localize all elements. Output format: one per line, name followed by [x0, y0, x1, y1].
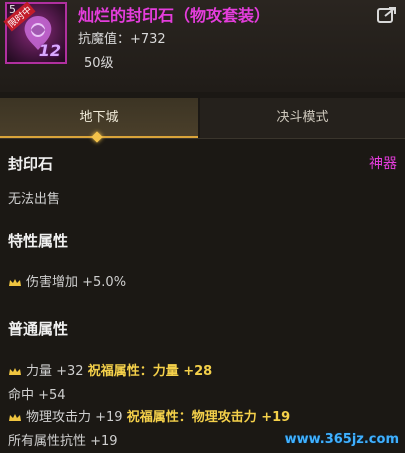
attr-1-base: 力量 +32: [26, 364, 84, 379]
share-icon[interactable]: [377, 6, 397, 24]
attr-row-1: 力量 +32 祝福属性：力量 +28: [8, 360, 212, 379]
watermark: www.365jz.com: [284, 432, 399, 447]
tab-dungeon[interactable]: 地下城: [0, 98, 198, 138]
crown-icon: [9, 414, 21, 421]
tab-pvp[interactable]: 决斗模式: [200, 98, 405, 138]
normal-section-title: 普通属性: [8, 320, 69, 338]
attr-row-3: 物理攻击力 +19 祝福属性：物理攻击力 +19: [8, 406, 290, 425]
trade-note: 无法出售: [8, 192, 61, 207]
mode-tabs: 地下城 决斗模式: [0, 98, 405, 139]
attr-3-blessing: 祝福属性：物理攻击力 +19: [126, 410, 291, 425]
item-header: 5 限时中 12 灿烂的封印石（物攻套装） 抗魔值：+732 50级: [0, 0, 405, 92]
type-label: 封印石: [8, 155, 54, 173]
item-level: 50级: [84, 56, 114, 71]
icon-level: 12: [38, 41, 61, 60]
item-icon[interactable]: 5 限时中 12: [3, 1, 67, 64]
trait-section-title: 特性属性: [8, 232, 69, 250]
crown-icon: [9, 279, 21, 286]
trait-line: 伤害增加 +5.0%: [8, 271, 126, 290]
item-stat: 抗魔值：+732: [78, 32, 166, 47]
trait-line-text: 伤害增加 +5.0%: [26, 275, 127, 290]
attr-2: 命中 +54: [8, 388, 66, 403]
crown-icon: [9, 368, 21, 375]
attr-3-base: 物理攻击力 +19: [26, 410, 123, 425]
rarity-label: 神器: [369, 156, 397, 172]
attr-4: 所有属性抗性 +19: [8, 434, 118, 449]
item-title: 灿烂的封印石（物攻套装）: [78, 6, 271, 25]
attr-1-blessing: 祝福属性：力量 +28: [87, 364, 213, 379]
